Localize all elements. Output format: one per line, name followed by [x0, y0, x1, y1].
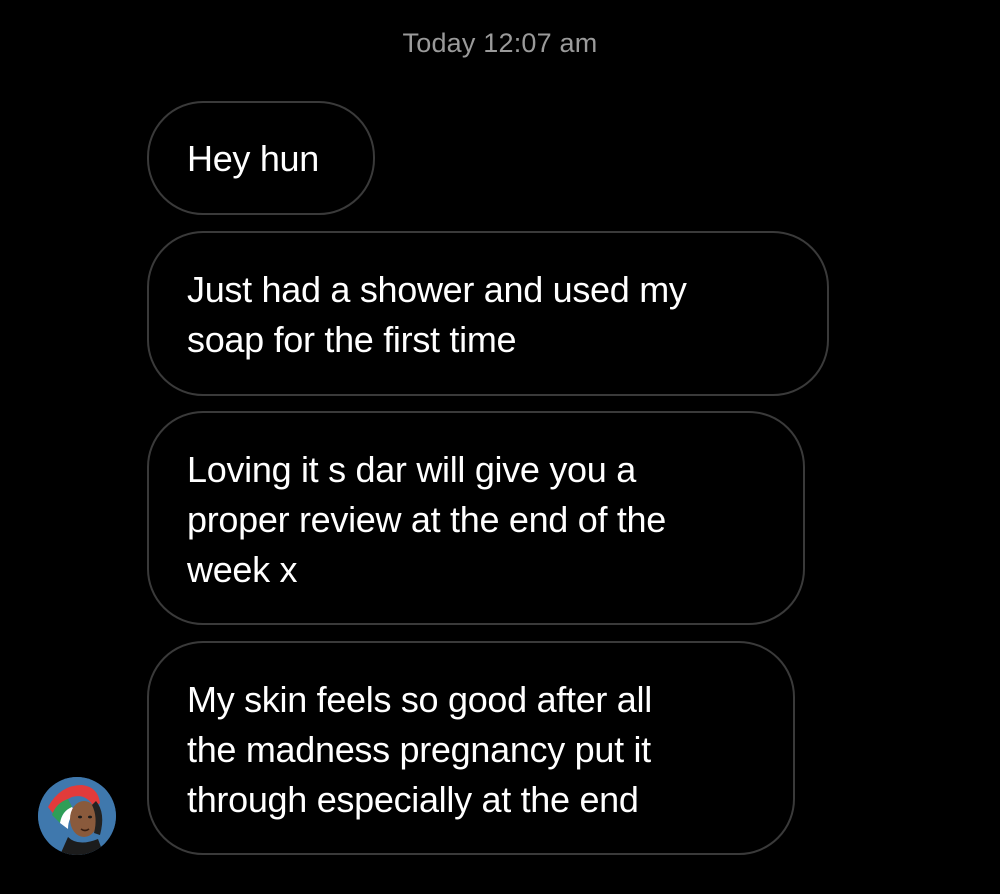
- message-bubble-4[interactable]: My skin feels so good after all the madn…: [147, 641, 795, 855]
- sender-avatar[interactable]: [38, 777, 116, 855]
- message-timestamp: Today 12:07 am: [402, 28, 598, 58]
- profile-avatar-icon: [38, 777, 116, 855]
- message-bubble-2[interactable]: Just had a shower and used my soap for t…: [147, 231, 829, 396]
- message-bubble-3[interactable]: Loving it s dar will give you a proper r…: [147, 411, 805, 625]
- message-bubble-1[interactable]: Hey hun: [147, 101, 375, 215]
